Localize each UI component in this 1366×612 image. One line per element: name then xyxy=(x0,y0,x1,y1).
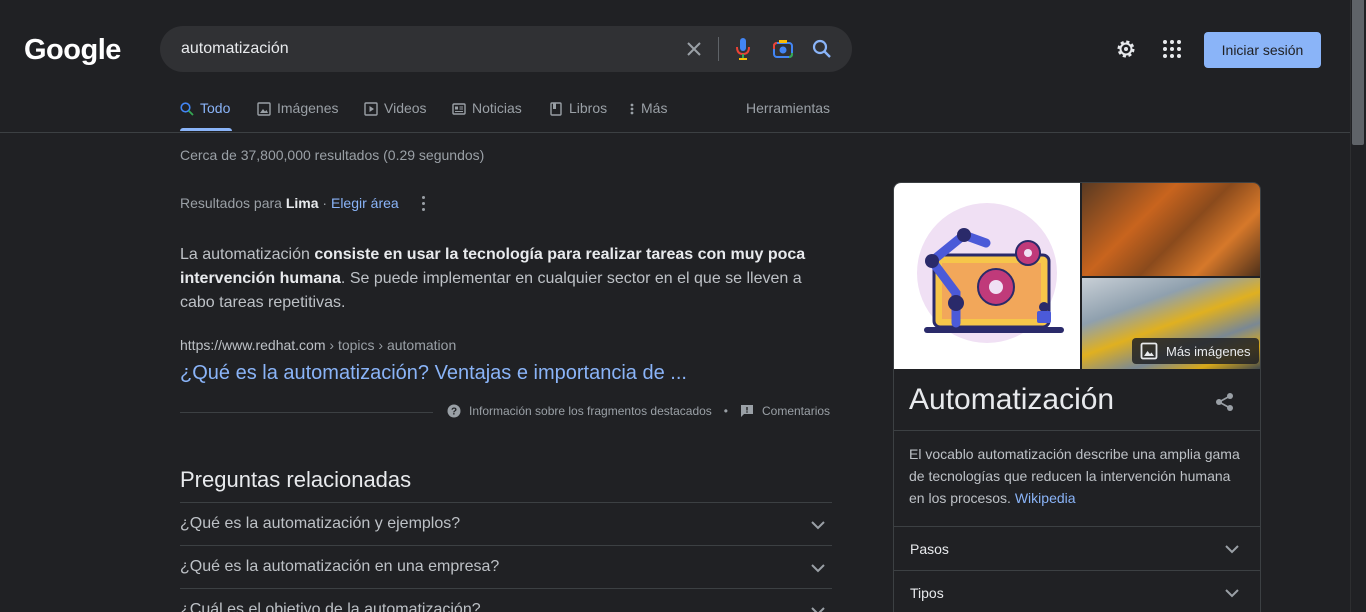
snippet-text: La automatización xyxy=(180,246,315,263)
result-url[interactable]: https://www.redhat.com › topics › automa… xyxy=(180,337,456,353)
tools-label: Herramientas xyxy=(746,100,831,116)
snippet-feedback: ? Información sobre los fragmentos desta… xyxy=(447,404,830,418)
location-prefix: Resultados para xyxy=(180,195,282,211)
related-question[interactable]: ¿Qué es la automatización y ejemplos? xyxy=(180,502,832,545)
svg-text:?: ? xyxy=(451,407,457,418)
related-questions-list: ¿Qué es la automatización y ejemplos? ¿Q… xyxy=(180,502,832,612)
tab-label: Libros xyxy=(569,100,608,116)
microphone-icon[interactable] xyxy=(731,37,755,61)
clear-icon[interactable] xyxy=(682,37,706,61)
search-input[interactable]: automatización xyxy=(181,40,289,58)
feedback-bullet: • xyxy=(723,404,728,418)
location-name: Lima xyxy=(285,195,319,211)
result-title-link[interactable]: ¿Qué es la automatización? Ventajas e im… xyxy=(180,362,687,385)
automation-illustration-image[interactable] xyxy=(894,183,1080,369)
question-text: ¿Qué es la automatización y ejemplos? xyxy=(180,515,461,532)
result-stats: Cerca de 37,800,000 resultados (0.29 seg… xyxy=(180,147,485,163)
scrollbar-thumb[interactable] xyxy=(1352,0,1364,145)
location-notice: Resultados para Lima · Elegir área xyxy=(180,195,399,211)
image-icon xyxy=(257,102,271,116)
image-icon xyxy=(1140,342,1158,360)
about-snippets-link[interactable]: Información sobre los fragmentos destaca… xyxy=(469,404,712,418)
related-question[interactable]: ¿Cuál es el objetivo de la automatizació… xyxy=(180,588,832,612)
apps-grid-icon[interactable] xyxy=(1160,37,1184,61)
result-domain: https://www.redhat.com xyxy=(180,337,326,353)
question-text: ¿Qué es la automatización en una empresa… xyxy=(180,558,500,575)
help-icon[interactable]: ? xyxy=(447,404,461,418)
panel-divider xyxy=(894,430,1260,431)
more-vert-icon xyxy=(629,102,635,116)
chevron-down-icon xyxy=(811,607,825,612)
chevron-down-icon xyxy=(811,521,825,530)
video-icon xyxy=(364,102,378,116)
share-icon[interactable] xyxy=(1214,391,1236,413)
chevron-down-icon xyxy=(1225,545,1239,554)
related-questions-title: Preguntas relacionadas xyxy=(180,467,412,492)
industrial-robots-image[interactable] xyxy=(1082,183,1260,276)
search-icon xyxy=(180,102,194,116)
chevron-down-icon xyxy=(1225,589,1239,598)
related-question[interactable]: ¿Qué es la automatización en una empresa… xyxy=(180,545,832,588)
location-separator: · xyxy=(322,195,328,211)
tab-images[interactable]: Imágenes xyxy=(257,100,338,132)
lens-camera-icon[interactable] xyxy=(771,37,795,61)
news-icon xyxy=(452,102,466,116)
feedback-icon[interactable] xyxy=(740,404,754,418)
google-logo[interactable]: Google xyxy=(24,34,121,67)
change-area-link[interactable]: Elegir área xyxy=(331,195,399,211)
tab-more[interactable]: Más xyxy=(629,100,667,132)
more-options-icon[interactable] xyxy=(418,194,428,212)
tab-label: Más xyxy=(641,100,668,116)
row-label: Tipos xyxy=(910,585,944,601)
featured-snippet-text: La automatización consiste en usar la te… xyxy=(180,243,820,315)
gear-icon[interactable] xyxy=(1114,37,1138,61)
row-label: Pasos xyxy=(910,541,949,557)
more-images-label: Más imágenes xyxy=(1166,343,1251,359)
knowledge-panel: Más imágenes Automatización El vocablo a… xyxy=(893,182,1261,612)
search-divider xyxy=(718,37,719,61)
tab-label: Todo xyxy=(200,100,231,116)
knowledge-panel-description: El vocablo automatización describe una a… xyxy=(909,443,1249,509)
search-box[interactable]: automatización xyxy=(160,26,852,72)
active-tab-indicator xyxy=(180,128,232,131)
book-icon xyxy=(549,102,563,116)
header-divider xyxy=(0,132,1350,133)
tab-videos[interactable]: Videos xyxy=(364,100,427,132)
search-icon[interactable] xyxy=(810,37,834,61)
question-text: ¿Cuál es el objetivo de la automatizació… xyxy=(180,601,481,612)
wikipedia-link[interactable]: Wikipedia xyxy=(1015,490,1076,506)
tab-label: Videos xyxy=(384,100,427,116)
result-breadcrumbs: › topics › automation xyxy=(325,337,457,353)
tab-news[interactable]: Noticias xyxy=(452,100,522,132)
kp-row-steps[interactable]: Pasos xyxy=(894,527,1260,571)
tab-books[interactable]: Libros xyxy=(549,100,607,132)
feedback-divider xyxy=(180,412,433,413)
knowledge-panel-title: Automatización xyxy=(909,383,1115,416)
kp-row-types[interactable]: Tipos xyxy=(894,571,1260,612)
tools-button[interactable]: Herramientas xyxy=(746,100,830,132)
more-images-button[interactable]: Más imágenes xyxy=(1132,338,1259,364)
chevron-down-icon xyxy=(811,564,825,573)
tab-label: Imágenes xyxy=(277,100,339,116)
comments-link[interactable]: Comentarios xyxy=(762,404,830,418)
signin-button[interactable]: Iniciar sesión xyxy=(1204,32,1321,68)
tab-label: Noticias xyxy=(472,100,522,116)
